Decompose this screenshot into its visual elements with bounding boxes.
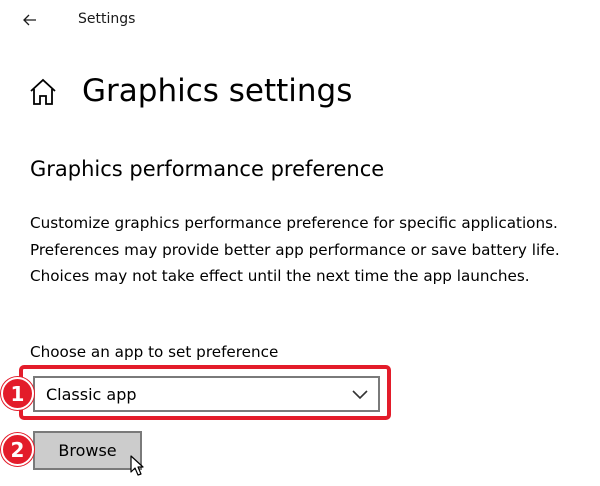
cursor-pointer-icon bbox=[130, 455, 144, 476]
step-1-badge: 1 bbox=[1, 377, 34, 410]
back-button[interactable] bbox=[16, 6, 44, 34]
back-arrow-icon bbox=[23, 14, 36, 26]
home-icon bbox=[30, 78, 56, 105]
step-2-badge: 2 bbox=[1, 433, 34, 466]
chevron-down-icon bbox=[352, 390, 368, 400]
page-title: Graphics settings bbox=[82, 73, 353, 109]
app-type-selected-value: Classic app bbox=[46, 385, 137, 404]
app-picker-label: Choose an app to set preference bbox=[30, 343, 279, 361]
section-title: Graphics performance preference bbox=[30, 157, 385, 181]
browse-button[interactable]: Browse bbox=[33, 431, 142, 470]
app-type-dropdown[interactable]: Classic app bbox=[33, 376, 380, 412]
window-title: Settings bbox=[78, 11, 136, 27]
section-description: Customize graphics performance preferenc… bbox=[30, 214, 560, 285]
